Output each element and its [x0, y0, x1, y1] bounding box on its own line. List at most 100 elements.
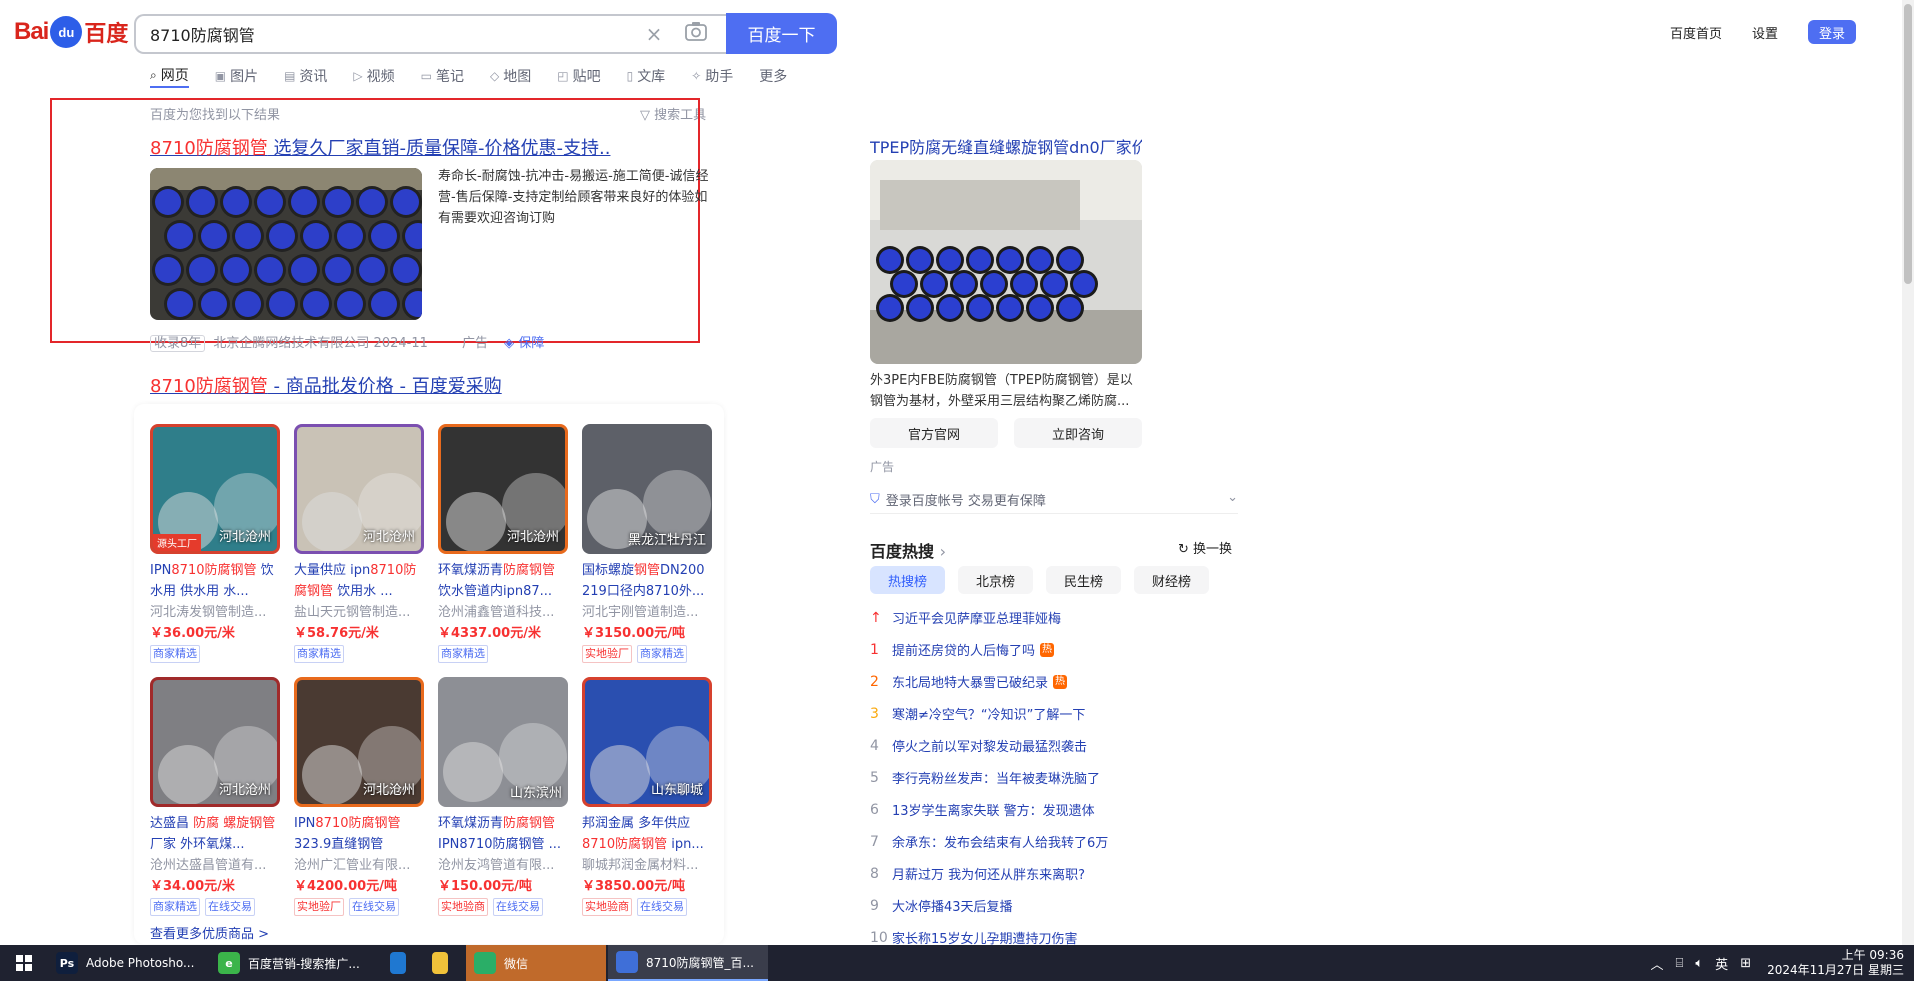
pipe-inner: [879, 297, 901, 319]
product-card[interactable]: 山东聊城 邦润金属 多年供应 8710防腐钢管 ipn... 聊城邦润金属材料..…: [582, 677, 712, 916]
search-input[interactable]: [136, 16, 616, 52]
consult-button[interactable]: 立即咨询: [1014, 418, 1142, 448]
product-title[interactable]: 环氧煤沥青防腐钢管 IPN8710防腐钢管 ...: [438, 813, 568, 855]
ime-indicator[interactable]: 英: [1715, 954, 1728, 973]
ad-result-title[interactable]: 8710防腐钢管 选复久厂家直销-质量保障-价格优惠-支持..: [150, 134, 610, 160]
tab-images[interactable]: ▣ 图片: [215, 64, 258, 88]
product-title[interactable]: 邦润金属 多年供应 8710防腐钢管 ipn...: [582, 813, 712, 855]
tab-web[interactable]: ⌕ 网页: [150, 64, 189, 88]
product-image[interactable]: 山东滨州: [438, 677, 568, 807]
hot-item[interactable]: 1 提前还房贷的人后悔了吗热: [870, 640, 1055, 659]
hot-text: 寒潮≠冷空气？“冷知识”了解一下: [892, 708, 1086, 723]
homepage-link[interactable]: 百度首页: [1670, 23, 1722, 42]
taskbar-app[interactable]: e 百度营销-搜索推广...: [210, 945, 380, 981]
product-seller[interactable]: 沧州广汇管业有限...: [294, 855, 424, 876]
product-card[interactable]: 河北沧州 达盛昌 防腐 螺旋钢管 厂家 外环氧煤... 沧州达盛昌管道有... …: [150, 677, 280, 916]
product-title[interactable]: 达盛昌 防腐 螺旋钢管 厂家 外环氧煤...: [150, 813, 280, 855]
product-image[interactable]: 河北沧州: [294, 424, 424, 554]
hot-item[interactable]: 9 大冰停播43天后复播: [870, 896, 1013, 916]
product-seller[interactable]: 沧州友鸿管道有限...: [438, 855, 568, 876]
refresh-button[interactable]: ↻ 换一换: [1178, 538, 1232, 557]
hot-item[interactable]: 5 李行亮粉丝发声：当年被麦琳洗脑了: [870, 768, 1100, 788]
product-card[interactable]: 黑龙江牡丹江 国标螺旋钢管DN200 219口径内8710外... 河北宇刚管道…: [582, 424, 712, 663]
hot-search-title[interactable]: 百度热搜 ›: [870, 538, 946, 562]
safe-badge[interactable]: ◈ 保障: [504, 336, 544, 351]
product-title[interactable]: 大量供应 ipn8710防腐钢管 饮用水 ...: [294, 560, 424, 602]
grid-icon[interactable]: ⊞: [1740, 956, 1751, 971]
product-image[interactable]: 黑龙江牡丹江: [582, 424, 712, 554]
taskbar-app[interactable]: 微信: [466, 945, 606, 981]
product-title[interactable]: IPN8710防腐钢管 323.9直缝钢管 3pe...: [294, 813, 424, 855]
search-button[interactable]: 百度一下: [726, 13, 837, 54]
product-card[interactable]: 河北沧州 IPN8710防腐钢管 323.9直缝钢管 3pe... 沧州广汇管业…: [294, 677, 424, 916]
hot-tab-hot[interactable]: 热搜榜: [870, 566, 946, 594]
chevron-up-icon[interactable]: ︿: [1651, 954, 1664, 973]
product-image[interactable]: 源头工厂 河北沧州: [150, 424, 280, 554]
product-seller[interactable]: 沧州浦鑫管道科技...: [438, 602, 568, 623]
camera-icon[interactable]: [684, 20, 708, 42]
product-card[interactable]: 河北沧州 环氧煤沥青防腐钢管 饮水管道内ipn87... 沧州浦鑫管道科技...…: [438, 424, 568, 663]
start-button[interactable]: [0, 945, 48, 981]
tab-more[interactable]: 更多: [759, 64, 787, 88]
ad-result-image[interactable]: [150, 168, 422, 320]
product-card[interactable]: 河北沧州 大量供应 ipn8710防腐钢管 饮用水 ... 盐山天元钢管制造..…: [294, 424, 424, 663]
hot-item[interactable]: 4 停火之前以军对黎发动最猛烈袭击: [870, 736, 1087, 756]
product-seller[interactable]: 盐山天元钢管制造...: [294, 602, 424, 623]
chevron-down-icon[interactable]: ⌄: [1227, 490, 1238, 505]
hot-item[interactable]: 8 月薪过万 我为何还从胖东来离职?: [870, 864, 1085, 884]
tab-video[interactable]: ▷ 视频: [353, 64, 394, 88]
official-site-button[interactable]: 官方官网: [870, 418, 998, 448]
hot-item[interactable]: 2 东北局地特大暴雪已破纪录热: [870, 672, 1068, 691]
hot-tab-minsheng[interactable]: 民生榜: [1046, 566, 1122, 594]
scrollbar[interactable]: [1902, 0, 1914, 945]
source-company[interactable]: 北京企腾网络技术有限公司 2024-11: [213, 336, 427, 351]
ad-result-source: 收录8年 北京企腾网络技术有限公司 2024-11 广告 ◈ 保障: [150, 332, 544, 352]
login-button[interactable]: 登录: [1808, 20, 1856, 44]
product-seller[interactable]: 沧州达盛昌管道有...: [150, 855, 280, 876]
more-goods-link[interactable]: 查看更多优质商品 >: [150, 923, 269, 942]
product-seller[interactable]: 河北宇刚管道制造...: [582, 602, 712, 623]
result-aicaigou-title[interactable]: 8710防腐钢管 - 商品批发价格 - 百度爱采购: [150, 372, 502, 398]
product-title[interactable]: IPN8710防腐钢管 饮水用 供水用 水...: [150, 560, 280, 602]
taskbar-app[interactable]: 8710防腐钢管_百...: [608, 945, 768, 981]
product-image[interactable]: 河北沧州: [150, 677, 280, 807]
tab-label: 地图: [503, 69, 532, 85]
tab-map[interactable]: ◇ 地图: [490, 64, 531, 88]
taskbar-app[interactable]: [424, 945, 464, 981]
taskbar-app[interactable]: [382, 945, 422, 981]
tab-news[interactable]: ▤ 资讯: [284, 64, 327, 88]
product-card[interactable]: 山东滨州 环氧煤沥青防腐钢管 IPN8710防腐钢管 ... 沧州友鸿管道有限.…: [438, 677, 568, 916]
settings-link[interactable]: 设置: [1752, 23, 1778, 42]
product-seller[interactable]: 河北涛发钢管制造...: [150, 602, 280, 623]
scroll-thumb[interactable]: [1904, 4, 1912, 284]
right-card-image[interactable]: [870, 160, 1142, 364]
right-card-title[interactable]: TPEP防腐无缝直缝螺旋钢管dn0厂家价: [870, 134, 1142, 158]
clear-icon[interactable]: ×: [642, 22, 666, 46]
product-title[interactable]: 环氧煤沥青防腐钢管 饮水管道内ipn87...: [438, 560, 568, 602]
hot-item[interactable]: ↑ 习近平会见萨摩亚总理菲娅梅: [870, 608, 1061, 628]
taskbar-app[interactable]: Ps Adobe Photosho...: [48, 945, 208, 981]
hot-item[interactable]: 3 寒潮≠冷空气？“冷知识”了解一下: [870, 704, 1086, 724]
tab-notes[interactable]: ▭ 笔记: [421, 64, 464, 88]
hot-tab-beijing[interactable]: 北京榜: [958, 566, 1034, 594]
baidu-logo[interactable]: Bai du 百度: [14, 14, 128, 50]
product-title[interactable]: 国标螺旋钢管DN200 219口径内8710外...: [582, 560, 712, 602]
volume-icon[interactable]: 🔈︎: [1695, 956, 1703, 971]
product-image[interactable]: 山东聊城: [582, 677, 712, 807]
network-icon[interactable]: ⌸: [1676, 956, 1684, 971]
hot-item[interactable]: 7 余承东：发布会结束有人给我转了6万: [870, 832, 1108, 852]
login-tip[interactable]: ⛉ 登录百度帐号 交易更有保障 ⌄: [870, 486, 1238, 514]
tab-label: 资讯: [299, 69, 328, 85]
tab-assistant[interactable]: ✧ 助手: [691, 64, 733, 88]
product-seller[interactable]: 聊城邦润金属材料...: [582, 855, 712, 876]
pipe-inner: [291, 189, 317, 215]
clock[interactable]: 上午 09:36 2024年11月27日 星期三: [1767, 948, 1904, 978]
tab-tieba[interactable]: ◰ 贴吧: [557, 64, 600, 88]
app-label: Adobe Photosho...: [86, 956, 195, 970]
product-card[interactable]: 源头工厂 河北沧州 IPN8710防腐钢管 饮水用 供水用 水... 河北涛发钢…: [150, 424, 280, 663]
product-image[interactable]: 河北沧州: [438, 424, 568, 554]
product-image[interactable]: 河北沧州: [294, 677, 424, 807]
tab-wenku[interactable]: ▯ 文库: [627, 64, 666, 88]
hot-item[interactable]: 6 13岁学生离家失联 警方：发现遗体: [870, 800, 1095, 820]
hot-tab-finance[interactable]: 财经榜: [1134, 566, 1210, 594]
